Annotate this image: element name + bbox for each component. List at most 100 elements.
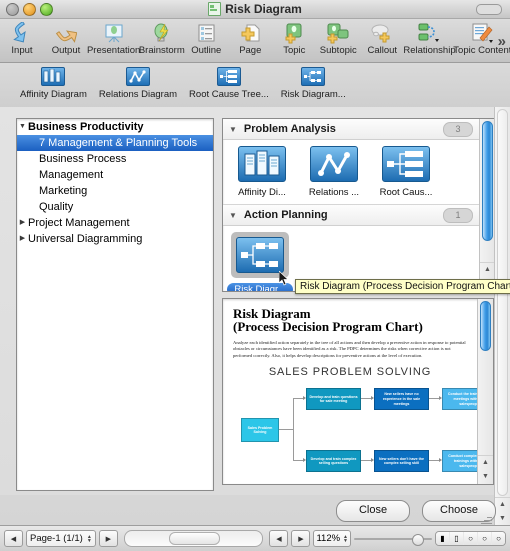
title-bar: Risk Diagram — [0, 0, 510, 19]
list-outline-icon — [195, 21, 217, 45]
tree-node-business-process[interactable]: Business Process — [17, 151, 213, 167]
view-mode-grid-icon[interactable]: ○ — [478, 532, 491, 545]
tree-node-label: Marketing — [39, 185, 88, 197]
callout-cloud-plus-icon — [370, 21, 394, 45]
toolbar-button-output[interactable]: Output — [44, 20, 88, 56]
diagram-node-root: Sales Problem Solving — [241, 418, 279, 443]
scroll-down-icon[interactable]: ▼ — [478, 470, 493, 484]
toolbar-label: Page — [239, 45, 262, 56]
risk-diagram-window: Risk Diagram Input Output Presentation B… — [0, 0, 510, 551]
previous-page-button[interactable]: ◀ — [4, 530, 23, 547]
template-tile-root-cause-tree[interactable]: Root Caus... — [377, 146, 435, 198]
diagram-button-label: Affinity Diagram — [20, 89, 87, 100]
group-title: Problem Analysis — [243, 123, 336, 135]
window-title: Risk Diagram — [0, 2, 510, 16]
connector — [429, 398, 439, 400]
horizontal-scrollbar[interactable] — [123, 530, 264, 547]
view-mode-double-icon[interactable]: ▯ — [450, 532, 463, 545]
tree-node-business-productivity[interactable]: Business Productivity — [17, 119, 213, 135]
toolbar-label: Subtopic — [319, 45, 357, 56]
preview-scrollbar[interactable]: ▲ ▼ — [477, 299, 493, 484]
toolbar-button-presentation[interactable]: Presentation — [87, 20, 140, 56]
zoom-value: 112% — [316, 533, 341, 544]
group-title: Action Planning — [243, 209, 328, 221]
tree-node-project-management[interactable]: Project Management — [17, 215, 213, 231]
next-page-button[interactable]: ▶ — [98, 530, 118, 547]
disclosure-triangle-icon[interactable]: ▼ — [229, 211, 237, 220]
toolbar-label: Callout — [367, 45, 398, 56]
browser-scrollbar[interactable]: ▲ ▼ — [479, 119, 495, 291]
scroll-left-button[interactable]: ◀ — [269, 530, 289, 547]
view-mode-group[interactable]: ▮ ▯ ○ ○ ○ — [435, 531, 506, 546]
tree-node-label: Project Management — [28, 217, 130, 229]
tooltip: Risk Diagram (Process Decision Program C… — [295, 279, 510, 294]
template-tile-relations-diagram[interactable]: Relations ... — [305, 146, 363, 198]
lightbulb-bolt-icon — [151, 21, 173, 45]
risk-diagram-thumb — [236, 237, 284, 273]
toolbar-button-page[interactable]: Page — [228, 20, 272, 56]
mouse-pointer-icon — [278, 270, 289, 286]
page-label: Page-1 (1/1) — [30, 533, 83, 544]
diagram-button-root-cause[interactable]: Root Cause Tree... — [183, 67, 275, 100]
disclosure-triangle-icon[interactable] — [17, 231, 28, 247]
toolbar-button-callout[interactable]: Callout — [360, 20, 404, 56]
view-mode-single-icon[interactable]: ▮ — [436, 532, 449, 545]
scroll-up-icon[interactable]: ▲ — [478, 455, 493, 470]
affinity-diagram-thumb — [238, 146, 286, 182]
toolbar-button-brainstorm[interactable]: Brainstorm — [139, 20, 185, 56]
disclosure-triangle-icon[interactable] — [17, 119, 28, 135]
diagram-button-label: Risk Diagram... — [280, 89, 346, 100]
disclosure-triangle-icon[interactable]: ▼ — [229, 125, 237, 134]
close-button[interactable]: Close — [336, 500, 410, 522]
diagram-node: Develop and train questions for sale mee… — [306, 388, 361, 411]
group-count-badge: 1 — [443, 208, 473, 223]
toolbar-overflow-icon[interactable]: » — [498, 33, 506, 50]
resize-grip[interactable] — [480, 512, 492, 524]
tree-node-label: Business Process — [39, 153, 127, 165]
disclosure-triangle-icon[interactable] — [17, 215, 28, 231]
page-stepper[interactable]: ▲ ▼ — [87, 534, 92, 543]
tree-node-universal-diagramming[interactable]: Universal Diagramming — [17, 231, 213, 247]
toolbar-button-relationship[interactable]: Relationship — [403, 20, 456, 56]
view-mode-list-icon[interactable]: ○ — [492, 532, 505, 545]
window-scrollbar[interactable]: ▲ ▼ — [494, 107, 510, 526]
view-mode-thumbs-icon[interactable]: ○ — [464, 532, 477, 545]
horizontal-scrollbar-thumb[interactable] — [168, 532, 221, 545]
right-column: ▼ Problem Analysis 3 Affinity Di... Rela… — [222, 118, 510, 485]
tree-node-label: 7 Management & Planning Tools — [39, 137, 198, 149]
tree-node-7-management-planning-tools[interactable]: 7 Management & Planning Tools — [17, 135, 213, 151]
toolbar-button-input[interactable]: Input — [0, 20, 44, 56]
diagram-button-relations[interactable]: Relations Diagram — [93, 67, 183, 100]
tree-node-marketing[interactable]: Marketing — [17, 183, 213, 199]
toolbar-label: Outline — [191, 45, 222, 56]
zoom-stepper[interactable]: ▲ ▼ — [343, 534, 348, 543]
template-tile-affinity-diagram[interactable]: Affinity Di... — [233, 146, 291, 198]
toolbar-label: Output — [51, 45, 81, 56]
zoom-slider[interactable] — [354, 531, 432, 546]
toolbar-button-topic[interactable]: Topic — [272, 20, 316, 56]
window-scrollbar-track[interactable] — [497, 109, 508, 496]
tree-node-quality[interactable]: Quality — [17, 199, 213, 215]
preview-heading-line2: (Process Decision Program Chart) — [233, 319, 423, 334]
preview-body: Risk Diagram (Process Decision Program C… — [223, 299, 493, 484]
template-preview: Risk Diagram (Process Decision Program C… — [222, 298, 494, 485]
risk-diagram-icon — [301, 67, 326, 86]
toolbar-button-subtopic[interactable]: Subtopic — [316, 20, 360, 56]
toolbar-button-outline[interactable]: Outline — [184, 20, 228, 56]
group-header-action-planning[interactable]: ▼ Action Planning 1 — [223, 204, 495, 226]
scroll-up-icon[interactable]: ▲ — [480, 262, 495, 277]
diagram-button-affinity[interactable]: Affinity Diagram — [14, 67, 93, 100]
group-header-problem-analysis[interactable]: ▼ Problem Analysis 3 — [223, 119, 495, 140]
browser-scrollbar-thumb[interactable] — [482, 121, 493, 241]
diagram-node: New sellers don't have the complex selli… — [374, 450, 429, 473]
export-arrow-icon — [55, 21, 77, 45]
diagram-button-risk[interactable]: Risk Diagram... — [275, 67, 352, 100]
preview-scrollbar-thumb[interactable] — [480, 301, 491, 351]
toolbar-toggle-button[interactable] — [476, 4, 502, 15]
category-tree[interactable]: Business Productivity 7 Management & Pla… — [16, 118, 214, 491]
tree-node-management[interactable]: Management — [17, 167, 213, 183]
page-indicator[interactable]: Page-1 (1/1) ▲ ▼ — [26, 530, 96, 547]
zoom-slider-handle[interactable] — [412, 534, 424, 546]
scroll-right-button[interactable]: ▶ — [291, 530, 311, 547]
zoom-field[interactable]: 112% ▲ ▼ — [313, 530, 351, 547]
